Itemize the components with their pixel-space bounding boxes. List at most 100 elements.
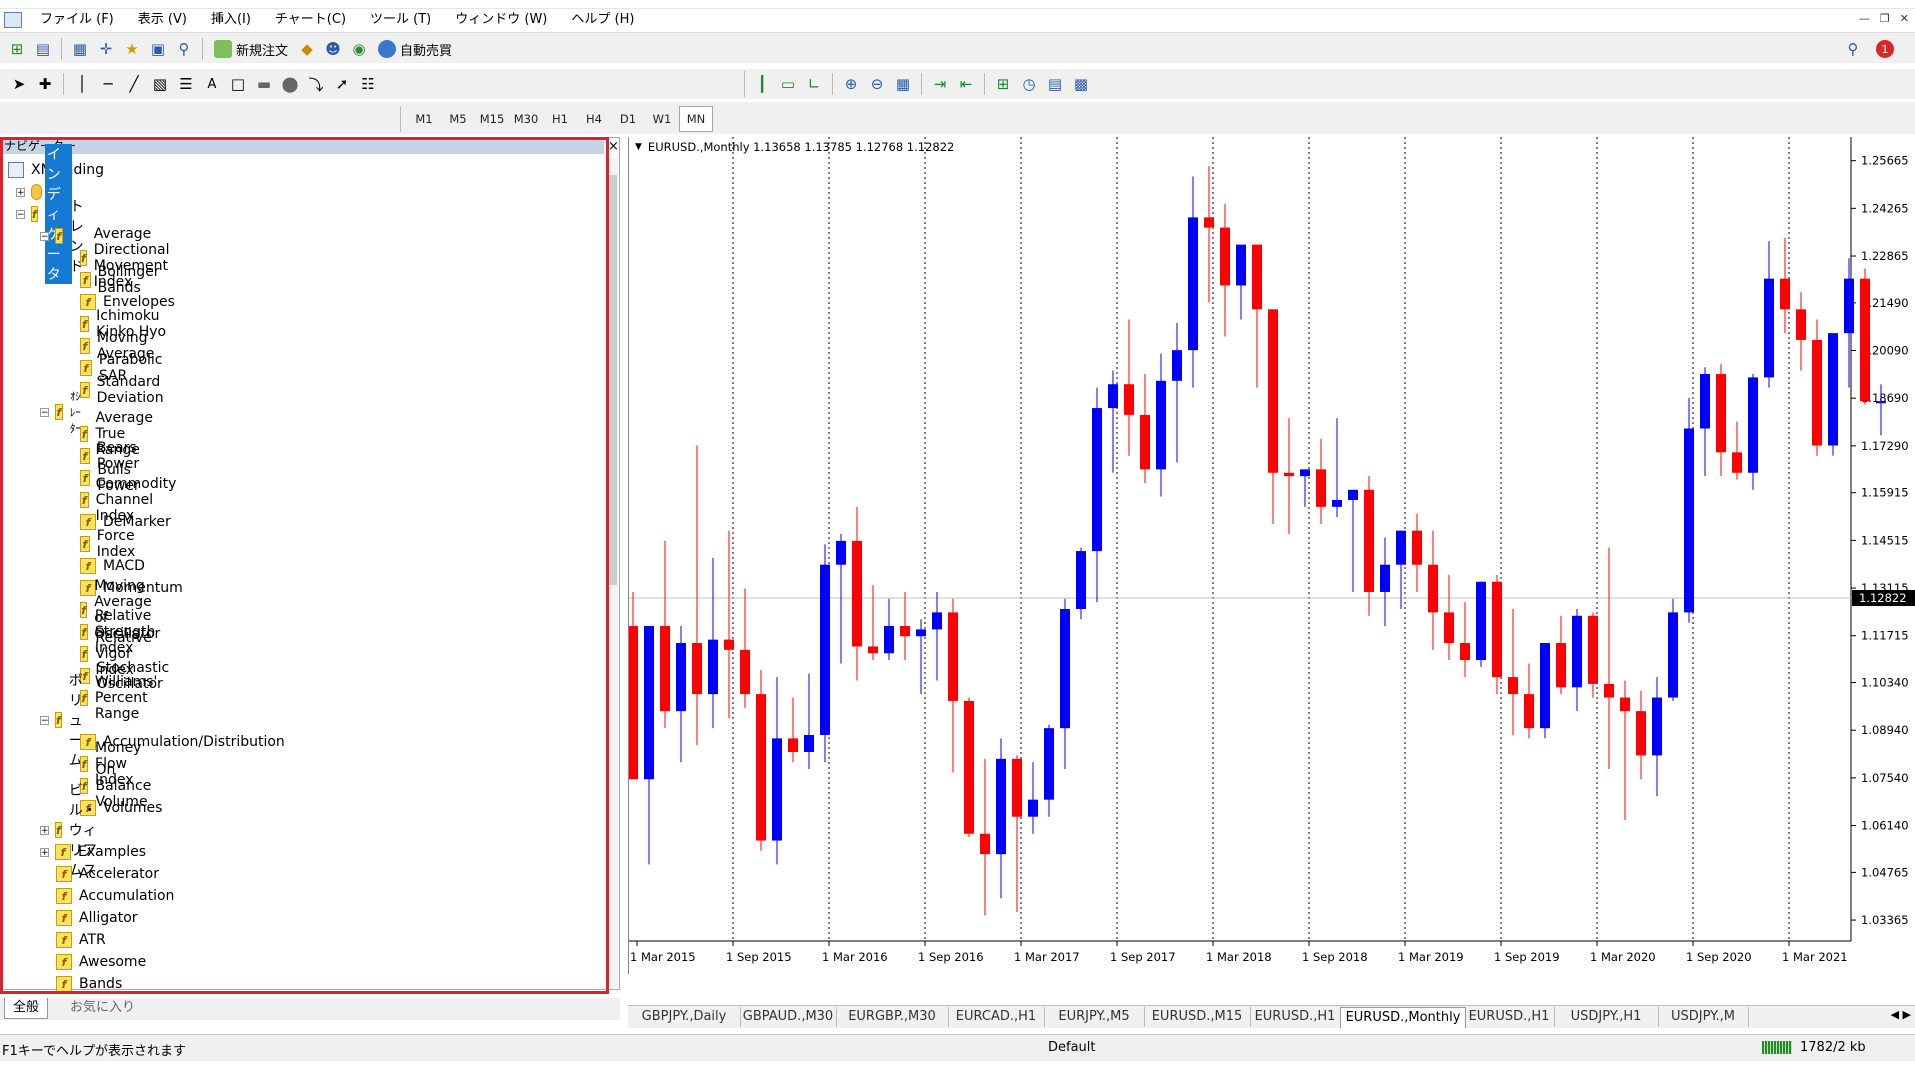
timeframe-m5[interactable]: M5 [441, 107, 475, 131]
timeframe-mn[interactable]: MN [679, 106, 713, 132]
auto-trading-button[interactable]: 自動売買 [372, 37, 458, 61]
chart-tab[interactable]: EURUSD.,H1 [1464, 1007, 1555, 1027]
community-icon[interactable]: ☻ [320, 37, 346, 61]
tab-favorites[interactable]: お気に入り [62, 998, 143, 1018]
profiles-icon[interactable]: ▤ [30, 37, 56, 61]
timeframe-m30[interactable]: M30 [509, 107, 543, 131]
periods-icon[interactable]: ◷ [1016, 72, 1042, 96]
chart-tab[interactable]: EURUSD.,Monthly [1340, 1007, 1466, 1028]
timeframe-m15[interactable]: M15 [475, 107, 509, 131]
tile-windows-icon[interactable]: ▦ [890, 72, 916, 96]
timeframe-w1[interactable]: W1 [645, 107, 679, 131]
ellipse-icon[interactable]: ⬤ [277, 72, 303, 96]
navigator-close-button[interactable]: × [608, 139, 619, 154]
navigator-scroll-thumb[interactable] [608, 175, 617, 585]
collapse-icon[interactable]: − [40, 231, 49, 241]
tree-examples-group[interactable]: + f Examples [40, 841, 146, 863]
bar-chart-icon[interactable]: ┃ [749, 72, 775, 96]
menu-view[interactable]: 表示 (V) [126, 9, 199, 31]
new-chart-icon[interactable]: ⊞ [4, 37, 30, 61]
expand-icon[interactable]: + [40, 847, 49, 857]
collapse-icon[interactable]: − [40, 715, 49, 725]
strategy-tester-icon[interactable]: ⚲ [171, 37, 197, 61]
tree-item-trend[interactable]: f Bollinger Bands [80, 264, 165, 296]
gann-icon[interactable]: ☷ [355, 72, 381, 96]
tree-item-custom[interactable]: f Accelerator [56, 863, 159, 885]
collapse-icon[interactable]: − [16, 209, 25, 219]
tree-item-custom[interactable]: f Awesome [56, 951, 146, 973]
menu-help[interactable]: ヘルプ (H) [559, 9, 646, 31]
tree-indicators[interactable]: − f インディケータ [16, 144, 72, 284]
templates-icon[interactable]: ▤ [1042, 72, 1068, 96]
timeframe-h1[interactable]: H1 [543, 107, 577, 131]
tree-item-oscillator[interactable]: f Commodity Channel Index [80, 476, 184, 524]
search-icon[interactable]: ⚲ [1840, 37, 1866, 61]
text-icon[interactable]: A [199, 72, 225, 96]
timeframe-h4[interactable]: H4 [577, 107, 611, 131]
new-order-button[interactable]: 新規注文 [208, 37, 294, 61]
menu-window[interactable]: ウィンドウ (W) [443, 9, 559, 31]
tree-trend-group[interactable]: − f トレンド [40, 199, 92, 275]
market-watch-icon[interactable]: ▦ [67, 37, 93, 61]
chart-tab[interactable]: USDJPY.,H1 [1554, 1007, 1659, 1027]
minimize-icon[interactable]: — [1859, 12, 1870, 25]
cursor-icon[interactable]: ➤ [6, 72, 32, 96]
notification-badge[interactable]: 1 [1876, 40, 1894, 58]
menu-tools[interactable]: ツール (T) [358, 9, 443, 31]
metaeditor-icon[interactable]: ◆ [294, 37, 320, 61]
tree-item-oscillator[interactable]: f Force Index [80, 528, 142, 560]
tree-volume-group[interactable]: − f ボリューム [40, 673, 92, 769]
tree-bill-williams-group[interactable]: + f ビル・ウィリアムス [40, 783, 106, 879]
tree-item-trend[interactable]: f Standard Deviation [80, 374, 170, 406]
chart-properties-icon[interactable]: ▩ [1068, 72, 1094, 96]
chart-tab[interactable]: GBPJPY.,Daily [628, 1007, 741, 1027]
app-icon[interactable] [4, 12, 22, 28]
tree-item-custom[interactable]: f ATR [56, 929, 106, 951]
rectangle-icon[interactable]: ▬ [251, 72, 277, 96]
tree-item-custom[interactable]: f Bands [56, 973, 122, 995]
auto-scroll-icon[interactable]: ⇥ [927, 72, 953, 96]
chart-menu-arrow-icon[interactable]: ▼ [635, 142, 642, 152]
navigator-icon[interactable]: ★ [119, 37, 145, 61]
indicators-icon[interactable]: ⊞ [990, 72, 1016, 96]
expand-icon[interactable]: + [16, 187, 25, 197]
zoom-out-icon[interactable]: ⊖ [864, 72, 890, 96]
text-label-icon[interactable]: □ [225, 72, 251, 96]
chart-tab[interactable]: EURCAD.,H1 [948, 1007, 1045, 1027]
arrows-icon[interactable]: ⤵ [303, 72, 329, 96]
terminal-icon[interactable]: ▣ [145, 37, 171, 61]
horizontal-line-icon[interactable]: ─ [95, 72, 121, 96]
chart-shift-icon[interactable]: ⇤ [953, 72, 979, 96]
chart-window[interactable]: 1.25665 1.24265 1.22865 1.21490 1.20090 1.186… [628, 137, 1915, 974]
chart-tab[interactable]: EURGBP.,M30 [836, 1007, 949, 1027]
timeframe-m1[interactable]: M1 [407, 107, 441, 131]
crosshair-icon[interactable]: ✚ [32, 72, 58, 96]
tree-item-oscillator[interactable]: f MACD [80, 555, 145, 577]
trendline-icon[interactable]: ╱ [121, 72, 147, 96]
zoom-in-icon[interactable]: ⊕ [838, 72, 864, 96]
tree-item-oscillator[interactable]: f Williams' Percent Range [80, 674, 165, 722]
menu-file[interactable]: ファイル (F) [28, 9, 126, 31]
equidistant-channel-icon[interactable]: ▧ [147, 72, 173, 96]
expand-icon[interactable]: + [40, 825, 49, 835]
tab-common[interactable]: 全般 [4, 998, 49, 1019]
chart-tab[interactable]: EURUSD.,M15 [1144, 1007, 1251, 1027]
tree-item-custom[interactable]: f Accumulation [56, 885, 174, 907]
data-window-icon[interactable]: ✛ [93, 37, 119, 61]
chart-tab[interactable]: EURUSD.,H1 [1250, 1007, 1341, 1027]
chart-tab[interactable]: GBPAUD.,M30 [740, 1007, 837, 1027]
candlestick-icon[interactable]: ▭ [775, 72, 801, 96]
close-icon[interactable]: ✕ [1900, 12, 1909, 25]
tree-item-custom[interactable]: f Alligator [56, 907, 138, 929]
tree-oscillator-group[interactable]: − f ｵｼﾚｰﾀｰ [40, 390, 84, 435]
signals-icon[interactable]: ◉ [346, 37, 372, 61]
menu-insert[interactable]: 挿入(I) [199, 9, 263, 31]
elliott-icon[interactable]: ➚ [329, 72, 355, 96]
price-chart[interactable]: 1.256651.242651.228651.214901.200901.186… [629, 137, 1915, 974]
collapse-icon[interactable]: − [40, 407, 49, 417]
menu-chart[interactable]: チャート(C) [263, 9, 358, 31]
chart-tab[interactable]: USDJPY.,M [1658, 1007, 1749, 1027]
tab-scroll-arrows-icon[interactable]: ◀ ▶ [1891, 1008, 1911, 1021]
fibonacci-icon[interactable]: ☰ [173, 72, 199, 96]
restore-icon[interactable]: ❐ [1880, 12, 1890, 25]
